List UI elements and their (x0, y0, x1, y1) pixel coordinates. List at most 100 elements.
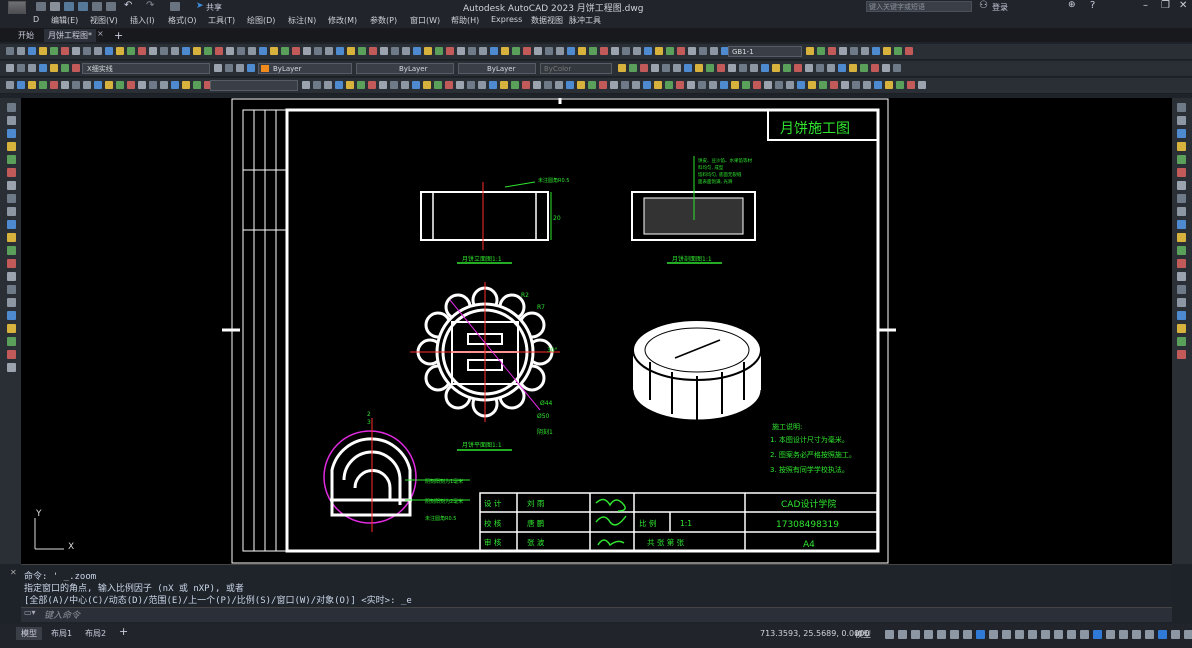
view-tool-icon[interactable] (105, 81, 113, 89)
menu-item-pulse-tools[interactable]: 脉冲工具 (569, 15, 601, 26)
status-toggle-icon[interactable] (1041, 630, 1050, 639)
status-toggle-icon[interactable] (1080, 630, 1089, 639)
property-tool-icon[interactable] (794, 64, 802, 72)
status-toggle-icon[interactable] (1054, 630, 1063, 639)
status-toggle-icon[interactable] (924, 630, 933, 639)
drawing-canvas[interactable]: 月饼施工图 20 未注圆角R0.5 月饼立面图1:1 饼皮、豆沙馅、水果馅等材 … (21, 98, 1172, 564)
layer-select[interactable]: X细实线 (82, 63, 210, 74)
view-tool-icon[interactable] (456, 81, 464, 89)
view-tool-icon[interactable] (324, 81, 332, 89)
view-tool-icon[interactable] (500, 81, 508, 89)
view-tool-icon[interactable] (874, 81, 882, 89)
view-tool-icon[interactable] (819, 81, 827, 89)
view-tool-icon[interactable] (50, 81, 58, 89)
tool-icon[interactable] (490, 47, 498, 55)
property-tool-icon[interactable] (629, 64, 637, 72)
view-tool-icon[interactable] (302, 81, 310, 89)
view-tool-icon[interactable] (72, 81, 80, 89)
view-tool-icon[interactable] (797, 81, 805, 89)
tool-icon[interactable] (567, 47, 575, 55)
tool-icon[interactable] (894, 47, 902, 55)
modify-tool-icon[interactable] (1177, 142, 1186, 151)
view-tool-icon[interactable] (171, 81, 179, 89)
tool-icon[interactable] (237, 47, 245, 55)
draw-tool-icon[interactable] (7, 207, 16, 216)
view-tool-icon[interactable] (182, 81, 190, 89)
view-tool-icon[interactable] (533, 81, 541, 89)
status-toggle-icon[interactable] (1002, 630, 1011, 639)
layer-tool-icon[interactable] (61, 64, 69, 72)
draw-tool-icon[interactable] (7, 311, 16, 320)
status-toggle-icon[interactable] (1106, 630, 1115, 639)
tool-icon[interactable] (226, 47, 234, 55)
modify-tool-icon[interactable] (1177, 337, 1186, 346)
tool-icon[interactable] (828, 47, 836, 55)
view-tool-icon[interactable] (335, 81, 343, 89)
menu-item-tools[interactable]: 工具(T) (208, 15, 235, 26)
view-tool-icon[interactable] (434, 81, 442, 89)
property-tool-icon[interactable] (684, 64, 692, 72)
tool-icon[interactable] (380, 47, 388, 55)
tool-icon[interactable] (861, 47, 869, 55)
menu-item-help[interactable]: 帮助(H) (451, 15, 479, 26)
modify-tool-icon[interactable] (1177, 285, 1186, 294)
tool-icon[interactable] (817, 47, 825, 55)
tab-layout2[interactable]: 布局2 (80, 627, 111, 640)
property-tool-icon[interactable] (662, 64, 670, 72)
draw-tool-icon[interactable] (7, 259, 16, 268)
draw-tool-icon[interactable] (7, 298, 16, 307)
tool-icon[interactable] (347, 47, 355, 55)
view-tool-icon[interactable] (94, 81, 102, 89)
command-input[interactable] (21, 607, 1172, 622)
tool-icon[interactable] (850, 47, 858, 55)
draw-tool-icon[interactable] (7, 285, 16, 294)
layer-tool-icon[interactable] (236, 64, 244, 72)
view-tool-icon[interactable] (522, 81, 530, 89)
tool-icon[interactable] (391, 47, 399, 55)
view-tool-icon[interactable] (863, 81, 871, 89)
login-label[interactable]: 登录 (992, 2, 1008, 13)
command-panel-handle-icon[interactable]: ✕ (10, 568, 17, 577)
tool-icon[interactable] (479, 47, 487, 55)
view-tool-icon[interactable] (566, 81, 574, 89)
property-tool-icon[interactable] (827, 64, 835, 72)
tool-icon[interactable] (905, 47, 913, 55)
status-toggle-icon[interactable] (911, 630, 920, 639)
tool-icon[interactable] (105, 47, 113, 55)
property-tool-icon[interactable] (618, 64, 626, 72)
status-toggle-icon[interactable] (898, 630, 907, 639)
tab-start[interactable]: 开始 (14, 29, 38, 42)
layer-tool-icon[interactable] (225, 64, 233, 72)
view-tool-icon[interactable] (632, 81, 640, 89)
draw-tool-icon[interactable] (7, 324, 16, 333)
draw-tool-icon[interactable] (7, 103, 16, 112)
tool-icon[interactable] (501, 47, 509, 55)
draw-tool-icon[interactable] (7, 350, 16, 359)
lineweight-select[interactable]: ByLayer (458, 63, 536, 74)
maximize-button[interactable]: ❐ (1161, 0, 1170, 11)
view-tool-icon[interactable] (160, 81, 168, 89)
tool-icon[interactable] (424, 47, 432, 55)
view-tool-icon[interactable] (676, 81, 684, 89)
view-tool-icon[interactable] (116, 81, 124, 89)
modify-tool-icon[interactable] (1177, 129, 1186, 138)
color-select[interactable]: ByLayer (258, 63, 352, 74)
tool-icon[interactable] (292, 47, 300, 55)
tab-model[interactable]: 模型 (16, 627, 42, 640)
status-toggle-icon[interactable] (1067, 630, 1076, 639)
status-toggle-icon[interactable] (885, 630, 894, 639)
view-tool-icon[interactable] (665, 81, 673, 89)
tool-icon[interactable] (270, 47, 278, 55)
layer-tool-icon[interactable] (28, 64, 36, 72)
draw-tool-icon[interactable] (7, 233, 16, 242)
property-tool-icon[interactable] (651, 64, 659, 72)
view-tool-icon[interactable] (423, 81, 431, 89)
status-toggle-icon[interactable] (963, 630, 972, 639)
view-tool-icon[interactable] (544, 81, 552, 89)
tool-icon[interactable] (688, 47, 696, 55)
view-tool-icon[interactable] (127, 81, 135, 89)
tool-icon[interactable] (457, 47, 465, 55)
draw-tool-icon[interactable] (7, 246, 16, 255)
view-tool-icon[interactable] (643, 81, 651, 89)
draw-tool-icon[interactable] (7, 129, 16, 138)
